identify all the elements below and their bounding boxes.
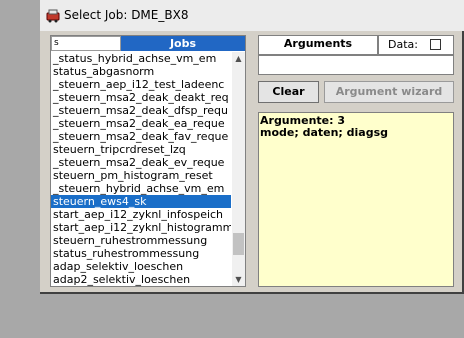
data-label: Data: [388,38,418,51]
job-item[interactable]: steuern_pm_histogram_reset [51,169,231,182]
job-item[interactable]: start_aep_i12_zyknl_infospeich [51,208,231,221]
job-item[interactable]: adap2_selektiv_loeschen [51,273,231,286]
job-item[interactable]: status_ruhestrommessung [51,247,231,260]
job-list[interactable]: _status_hybrid_achse_vm_em status_abgasno… [51,52,231,286]
job-item[interactable]: steuern_ruhestrommessung [51,234,231,247]
job-item[interactable]: steuern_tripcrdreset_lzq [51,143,231,156]
select-job-window: Select Job: DME_BX8 s Jobs _status_hybri… [40,0,464,294]
job-item[interactable]: _steuern_hybrid_achse_vm_em [51,182,231,195]
result-output: Argumente: 3 mode; daten; diagsg [258,112,454,287]
clear-button[interactable]: Clear [258,81,319,103]
jobs-panel: s Jobs _status_hybrid_achse_vm_em status_… [50,35,246,287]
data-checkbox[interactable] [430,39,441,50]
job-item[interactable]: status_abgasnorm [51,65,231,78]
jobs-column-header[interactable]: Jobs [121,36,245,51]
scroll-down-button[interactable]: ▼ [232,273,245,286]
job-list-scrollbar[interactable]: ▲ ▼ [232,52,245,286]
arguments-input[interactable] [258,55,454,75]
argument-wizard-button[interactable]: Argument wizard [324,81,454,103]
job-item[interactable]: adap_selektiv_loeschen [51,260,231,273]
job-item[interactable]: _steuern_msa2_deak_dfsp_requ [51,104,231,117]
jobs-header: s Jobs [51,36,245,51]
job-item[interactable]: _status_hybrid_achse_vm_em [51,52,231,65]
job-filter-input[interactable]: s [51,36,121,51]
title-bar[interactable]: Select Job: DME_BX8 [40,0,464,31]
scroll-thumb[interactable] [233,233,244,255]
job-item-selected[interactable]: steuern_ews4_sk [51,195,231,208]
arrow-down-icon: ▼ [235,275,242,284]
job-item[interactable]: start_aep_i12_zyknl_histogramm [51,221,231,234]
app-icon [46,9,60,23]
job-item[interactable]: _steuern_msa2_deak_ea_reque [51,117,231,130]
scroll-up-button[interactable]: ▲ [232,52,245,65]
job-item[interactable]: _steuern_msa2_deak_fav_reque [51,130,231,143]
result-line: mode; daten; diagsg [260,126,389,139]
arrow-up-icon: ▲ [235,54,242,63]
data-checkbox-group: Data: [378,35,454,55]
window-title: Select Job: DME_BX8 [64,8,189,22]
job-item[interactable]: _steuern_aep_i12_test_ladeenc [51,78,231,91]
arguments-header: Arguments [258,35,378,55]
job-item[interactable]: _steuern_msa2_deak_ev_reque [51,156,231,169]
job-item[interactable]: _steuern_msa2_deak_deakt_req [51,91,231,104]
